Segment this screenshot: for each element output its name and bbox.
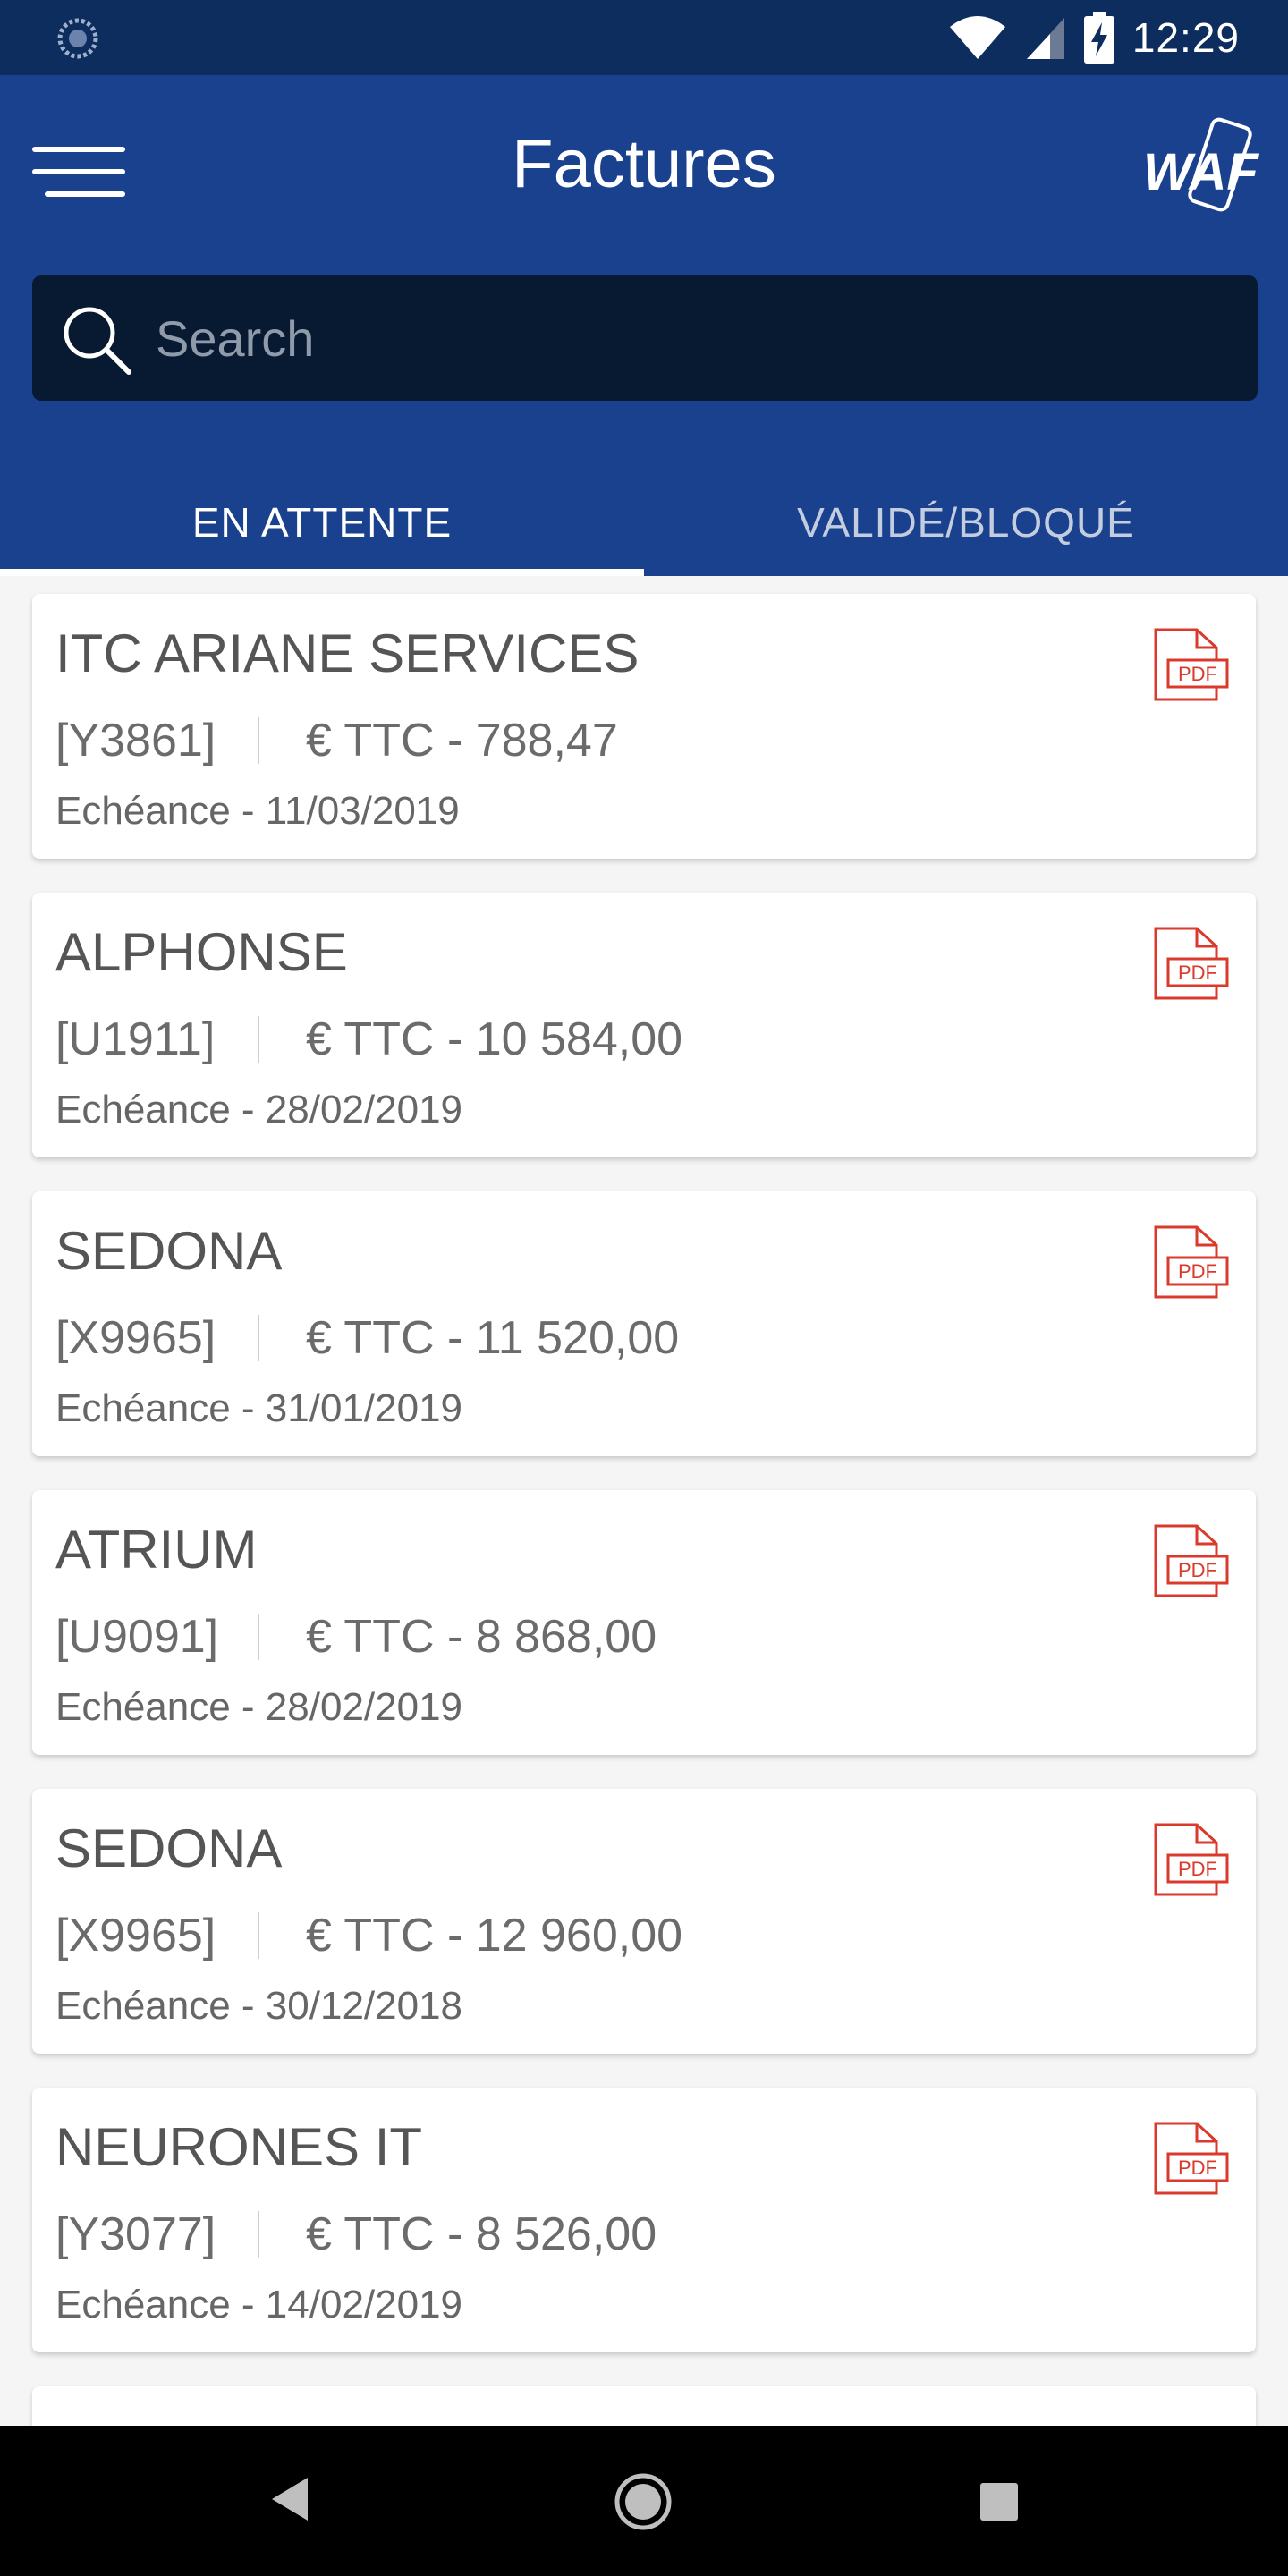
- divider: [258, 717, 259, 764]
- recents-icon[interactable]: [979, 2481, 1020, 2522]
- search-bar[interactable]: [32, 275, 1258, 401]
- invoice-client-name: ATRIUM: [55, 1520, 258, 1580]
- search-input[interactable]: [156, 275, 1229, 401]
- svg-text:PDF: PDF: [1178, 962, 1217, 984]
- divider: [258, 1016, 259, 1063]
- invoice-due-date: Echéance - 11/03/2019: [55, 789, 460, 833]
- battery-charging-icon: [1083, 12, 1114, 64]
- pdf-icon[interactable]: PDF: [1148, 927, 1231, 1002]
- svg-text:PDF: PDF: [1178, 1559, 1217, 1581]
- invoice-due-date: Echéance - 30/12/2018: [55, 1984, 463, 2028]
- divider: [258, 2211, 259, 2258]
- invoice-card[interactable]: SEDONA [X9965] € TTC - 12 960,00 Echéanc…: [32, 1789, 1256, 2054]
- svg-text:PDF: PDF: [1178, 663, 1217, 685]
- wifi-icon: [949, 16, 1005, 59]
- status-time: 12:29: [1131, 14, 1240, 61]
- invoice-card[interactable]: ATRIUM [U9091] € TTC - 8 868,00 Echéance…: [32, 1490, 1256, 1755]
- pdf-icon[interactable]: PDF: [1148, 1225, 1231, 1301]
- invoice-card[interactable]: ITC ARIANE SERVICES [Y3861] € TTC - 788,…: [32, 594, 1256, 859]
- invoice-client-name: NEURONES IT: [55, 2117, 423, 2177]
- navigation-bar: [0, 2426, 1288, 2576]
- invoice-client-name: SEDONA: [55, 1221, 283, 1281]
- divider: [258, 1315, 259, 1361]
- invoice-client-name: ITC ARIANE SERVICES: [55, 623, 640, 683]
- invoice-card[interactable]: ALPHONSE [U1911] € TTC - 10 584,00 Echéa…: [32, 893, 1256, 1157]
- svg-text:PDF: PDF: [1178, 1260, 1217, 1283]
- sync-icon: [57, 18, 98, 59]
- invoice-reference: [U1911]: [55, 1013, 216, 1065]
- waf-logo: WAF: [1140, 116, 1270, 224]
- invoice-list[interactable]: ITC ARIANE SERVICES [Y3861] € TTC - 788,…: [0, 576, 1288, 2426]
- search-icon: [64, 307, 131, 375]
- svg-text:PDF: PDF: [1178, 2157, 1217, 2179]
- invoice-amount: € TTC - 788,47: [306, 715, 618, 767]
- invoice-reference: [U9091]: [55, 1611, 219, 1663]
- back-icon[interactable]: [268, 2476, 311, 2522]
- tab-valide-bloque[interactable]: VALIDÉ/BLOQUÉ: [644, 469, 1288, 576]
- pdf-icon[interactable]: PDF: [1148, 1524, 1231, 1599]
- invoice-reference: [X9965]: [55, 1312, 216, 1364]
- invoice-card[interactable]: SEDONA [X9965] € TTC - 11 520,00 Echéanc…: [32, 1191, 1256, 1456]
- invoice-client-name: SEDONA: [55, 1818, 283, 1878]
- invoice-card[interactable]: [32, 2386, 1256, 2426]
- invoice-amount: € TTC - 8 868,00: [306, 1611, 657, 1663]
- invoice-amount: € TTC - 10 584,00: [306, 1013, 683, 1065]
- invoice-client-name: ALPHONSE: [55, 922, 348, 982]
- invoice-reference: [X9965]: [55, 1910, 216, 1962]
- invoice-due-date: Echéance - 14/02/2019: [55, 2283, 463, 2326]
- invoice-due-date: Echéance - 28/02/2019: [55, 1685, 463, 1729]
- invoice-amount: € TTC - 12 960,00: [306, 1910, 683, 1962]
- signal-icon: [1026, 18, 1064, 59]
- invoice-due-date: Echéance - 28/02/2019: [55, 1088, 463, 1131]
- invoice-amount: € TTC - 11 520,00: [306, 1312, 680, 1364]
- divider: [258, 1912, 259, 1959]
- invoice-reference: [Y3077]: [55, 2208, 216, 2260]
- pdf-icon[interactable]: PDF: [1148, 2122, 1231, 2197]
- tab-en-attente[interactable]: EN ATTENTE: [0, 469, 644, 576]
- app-bar: Factures WAF EN ATTENTE VALIDÉ/BLOQUÉ: [0, 75, 1288, 576]
- status-bar: 12:29: [0, 0, 1288, 75]
- invoice-amount: € TTC - 8 526,00: [306, 2208, 657, 2260]
- svg-text:PDF: PDF: [1178, 1858, 1217, 1880]
- invoice-reference: [Y3861]: [55, 715, 216, 767]
- divider: [258, 1614, 259, 1660]
- home-icon[interactable]: [614, 2472, 673, 2531]
- svg-text:WAF: WAF: [1143, 143, 1259, 201]
- page-title: Factures: [512, 126, 776, 202]
- pdf-icon[interactable]: PDF: [1148, 1823, 1231, 1898]
- pdf-icon[interactable]: PDF: [1148, 628, 1231, 703]
- tab-bar: EN ATTENTE VALIDÉ/BLOQUÉ: [0, 469, 1288, 576]
- invoice-card[interactable]: NEURONES IT [Y3077] € TTC - 8 526,00 Ech…: [32, 2088, 1256, 2352]
- invoice-due-date: Echéance - 31/01/2019: [55, 1386, 463, 1430]
